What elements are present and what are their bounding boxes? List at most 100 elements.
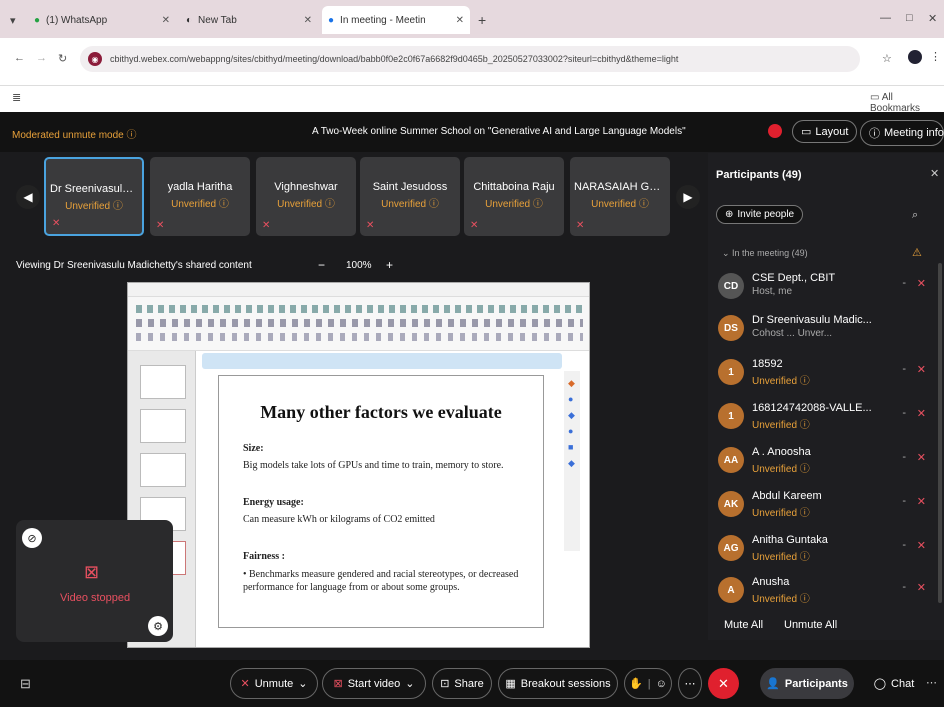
tab-meeting[interactable]: ● In meeting - Meeting - Web ✕ (322, 6, 470, 34)
new-tab-button[interactable]: + (478, 12, 486, 28)
muted-mic-icon[interactable]: ✕ (917, 407, 926, 420)
breakout-sessions-button[interactable]: ▦ Breakout sessions (498, 668, 618, 699)
leave-meeting-button[interactable]: ✕ (708, 668, 739, 699)
participant-row-5[interactable]: AK Abdul Kareem Unverified ⓘ - ✕ (718, 487, 934, 527)
muted-mic-icon: ✕ (576, 220, 585, 231)
layout-button[interactable]: ▭ Layout (792, 120, 858, 143)
layout-icon: ▭ (801, 126, 812, 138)
strip-tile-1[interactable]: yadla Haritha Unverified ⓘ ✕ (150, 157, 250, 236)
strip-tile-2[interactable]: Vighneshwar Unverified ⓘ ✕ (256, 157, 356, 236)
close-window-icon[interactable]: ✕ (928, 12, 937, 25)
reload-icon[interactable]: ↻ (58, 52, 67, 65)
muted-mic-icon: ✕ (470, 220, 479, 231)
participant-row-6[interactable]: AG Anitha Guntaka Unverified ⓘ - ✕ (718, 531, 934, 571)
strip-prev-button[interactable]: ◀ (16, 185, 40, 209)
close-tab-icon[interactable]: ✕ (304, 15, 312, 26)
pin-icon[interactable]: ⊘ (22, 528, 42, 548)
zoom-in-button[interactable]: + (386, 258, 393, 272)
close-tab-icon[interactable]: ✕ (162, 15, 170, 26)
back-icon[interactable]: ← (14, 52, 25, 64)
unmute-all-button[interactable]: Unmute All (784, 619, 837, 631)
viewing-label: Viewing Dr Sreenivasulu Madichetty's sha… (16, 260, 252, 271)
chat-button[interactable]: ◯ Chat (866, 668, 922, 699)
reactions-button[interactable]: ✋ | ☺ (624, 668, 672, 699)
strip-next-button[interactable]: ▶ (676, 185, 700, 209)
self-view[interactable]: ⊘ ⊠ Video stopped ⚙ (16, 520, 173, 642)
unmute-mode-label[interactable]: Moderated unmute mode ⓘ (12, 126, 137, 141)
start-video-button[interactable]: ⊠ Start video ⌄ (322, 668, 426, 699)
muted-mic-icon[interactable]: ✕ (917, 581, 926, 594)
maximize-icon[interactable]: □ (906, 12, 913, 24)
muted-mic-icon[interactable]: ✕ (917, 363, 926, 376)
tab-list-icon[interactable]: ▾ (10, 14, 16, 27)
muted-mic-icon[interactable]: ✕ (917, 495, 926, 508)
participants-panel: Participants (49) ✕ ⊕ Invite people ⌕ ⌄ I… (708, 153, 944, 640)
avatar: AG (718, 535, 744, 561)
chevron-down-icon[interactable]: ⌄ (405, 677, 414, 690)
mute-all-button[interactable]: Mute All (724, 619, 763, 631)
tab-new-tab[interactable]: ◐ New Tab ✕ (180, 6, 318, 34)
close-panel-icon[interactable]: ✕ (930, 167, 939, 180)
meeting-title: A Two-Week online Summer School on "Gene… (312, 126, 686, 137)
avatar: 1 (718, 403, 744, 429)
more-icon: ⋯ (684, 678, 696, 690)
strip-tile-0[interactable]: Dr Sreenivasulu M... Unverified ⓘ ✕ (44, 157, 144, 236)
participants-title: Participants (49) (716, 169, 802, 181)
strip-tile-4[interactable]: Chittaboina Raju Unverified ⓘ ✕ (464, 157, 564, 236)
invite-people-button[interactable]: ⊕ Invite people (716, 205, 804, 224)
panel-toggle-icon[interactable]: ⊟ (20, 676, 31, 692)
muted-mic-icon[interactable]: ✕ (917, 277, 926, 290)
participant-row-0[interactable]: CD CSE Dept., CBIT Host, me - ✕ (718, 269, 934, 309)
video-off-icon: ⊠ (84, 562, 100, 582)
avatar: AK (718, 491, 744, 517)
chat-icon: ◯ (873, 678, 887, 690)
all-bookmarks-link[interactable]: ▭ All Bookmarks (870, 92, 944, 114)
shared-app-toolbar (128, 297, 589, 351)
unmute-button[interactable]: ✕ Unmute ⌄ (230, 668, 318, 699)
strip-tile-3[interactable]: Saint Jesudoss Unverified ⓘ ✕ (360, 157, 460, 236)
recording-indicator-icon[interactable] (768, 124, 782, 138)
settings-gear-icon[interactable]: ⚙ (148, 616, 168, 636)
invite-icon: ⊕ (725, 209, 734, 220)
apps-icon[interactable]: ≣ (12, 91, 21, 104)
share-button[interactable]: ⊡ Share (432, 668, 492, 699)
browser-tab-strip: ▾ ● (1) WhatsApp ✕ ◐ New Tab ✕ ● In meet… (0, 0, 944, 38)
muted-mic-icon[interactable]: ✕ (917, 539, 926, 552)
shared-browser-tab (202, 353, 562, 369)
participant-row-7[interactable]: A Anusha Unverified ⓘ - ✕ (718, 573, 934, 613)
whatsapp-icon: ● (34, 14, 41, 26)
profile-avatar[interactable] (908, 50, 922, 64)
avatar: 1 (718, 359, 744, 385)
participant-row-1[interactable]: DS Dr Sreenivasulu Madic... Cohost ... U… (718, 311, 934, 351)
participant-row-4[interactable]: AA A . Anoosha Unverified ⓘ - ✕ (718, 443, 934, 483)
participants-button[interactable]: 👤 Participants (760, 668, 854, 699)
slide-heading-size: Size: (243, 443, 264, 454)
breakout-icon: ▦ (505, 678, 516, 690)
participant-row-3[interactable]: 1 168124742088-VALLE... Unverified ⓘ - ✕ (718, 399, 934, 439)
search-icon[interactable]: ⌕ (912, 209, 918, 222)
shared-app-titlebar (128, 283, 589, 297)
share-icon: ⊡ (440, 678, 450, 690)
muted-mic-icon[interactable]: ✕ (917, 451, 926, 464)
muted-mic-icon: ✕ (240, 678, 250, 690)
zoom-out-button[interactable]: − (318, 258, 325, 272)
meeting-info-button[interactable]: ⓘ Meeting info (860, 120, 944, 146)
site-info-icon[interactable]: ◉ (88, 52, 102, 66)
tab-whatsapp[interactable]: ● (1) WhatsApp ✕ (28, 6, 176, 34)
browser-menu-icon[interactable]: ⋮ (930, 50, 941, 63)
minimize-icon[interactable]: — (880, 12, 891, 24)
more-panels-icon[interactable]: ⋯ (926, 676, 937, 689)
warning-icon[interactable]: ⚠ (912, 246, 922, 259)
forward-icon[interactable]: → (36, 52, 47, 64)
url-bar[interactable]: ◉ cbithyd.webex.com/webappng/sites/cbith… (80, 46, 860, 72)
close-tab-icon[interactable]: ✕ (456, 15, 464, 26)
participant-row-2[interactable]: 1 18592 Unverified ⓘ - ✕ (718, 355, 934, 395)
info-icon: ⓘ (869, 128, 880, 140)
more-options-button[interactable]: ⋯ (678, 668, 702, 699)
panel-scrollbar[interactable] (938, 263, 942, 603)
bookmark-star-icon[interactable]: ☆ (882, 52, 892, 65)
section-toggle[interactable]: ⌄ In the meeting (49) (722, 248, 808, 259)
hand-icon: ✋ (629, 678, 643, 690)
chevron-down-icon[interactable]: ⌄ (298, 677, 307, 690)
strip-tile-5[interactable]: NARASAIAH GAL... Unverified ⓘ ✕ (570, 157, 670, 236)
